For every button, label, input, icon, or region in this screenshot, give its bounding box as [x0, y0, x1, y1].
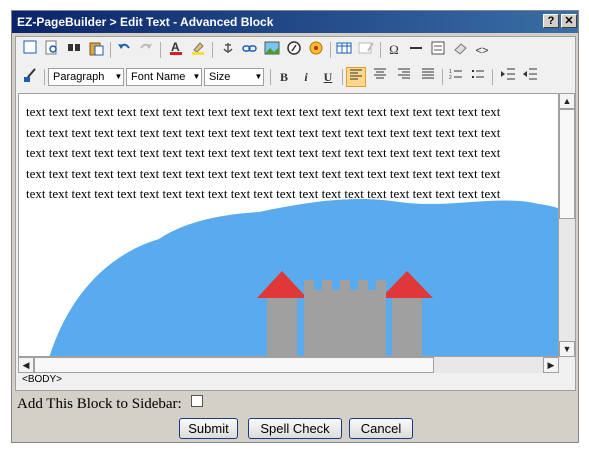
anchor-icon[interactable]: [218, 40, 238, 60]
element-path: <BODY>: [22, 374, 63, 385]
align-left-icon[interactable]: [346, 67, 366, 87]
special-char-icon[interactable]: Ω: [384, 40, 404, 60]
highlight-color-icon[interactable]: [188, 40, 208, 60]
media-icon[interactable]: [306, 40, 326, 60]
scroll-up-icon[interactable]: ▲: [559, 93, 575, 109]
code-icon[interactable]: <>: [472, 40, 492, 60]
link-icon[interactable]: [240, 40, 260, 60]
vertical-scroll-thumb[interactable]: [559, 109, 575, 219]
font-name-dropdown-arrow-icon: ▼: [192, 72, 201, 81]
paste-special-icon[interactable]: [86, 40, 106, 60]
text-line: text text text text text text text text …: [26, 165, 501, 181]
svg-text:2: 2: [449, 75, 452, 81]
horizontal-rule-icon[interactable]: [406, 40, 426, 60]
window-title: EZ-PageBuilder > Edit Text - Advanced Bl…: [17, 15, 274, 29]
horizontal-scrollbar[interactable]: ◀ ▶: [18, 357, 559, 373]
italic-button[interactable]: i: [296, 67, 316, 87]
editor-dialog: EZ-PageBuilder > Edit Text - Advanced Bl…: [11, 10, 579, 443]
text-line: text text text text text text text text …: [26, 124, 501, 140]
cancel-button[interactable]: Cancel: [349, 418, 413, 439]
form-icon[interactable]: [428, 40, 448, 60]
find-icon[interactable]: [64, 40, 84, 60]
scroll-down-icon[interactable]: ▼: [559, 341, 575, 357]
format-dropdown-arrow-icon: ▼: [114, 72, 123, 81]
close-button[interactable]: ✕: [561, 14, 577, 28]
table-edit-icon[interactable]: [356, 40, 376, 60]
sidebar-checkbox[interactable]: [191, 395, 203, 407]
scroll-left-icon[interactable]: ◀: [18, 357, 34, 373]
font-name-select-value: Font Name: [131, 71, 186, 83]
outdent-icon[interactable]: [520, 67, 540, 87]
table-icon[interactable]: [334, 40, 354, 60]
vertical-scrollbar[interactable]: ▲ ▼: [559, 93, 575, 357]
style-brush-icon[interactable]: [20, 67, 40, 87]
underline-button[interactable]: U: [318, 67, 338, 87]
font-name-select[interactable]: Font Name ▼: [126, 68, 202, 86]
format-select[interactable]: Paragraph ▼: [48, 68, 124, 86]
help-button[interactable]: ?: [543, 14, 559, 28]
scroll-right-icon[interactable]: ▶: [543, 357, 559, 373]
horizontal-scroll-thumb[interactable]: [34, 357, 434, 373]
toolbar-row-1: A Ω <>: [16, 37, 575, 63]
font-size-dropdown-arrow-icon: ▼: [254, 72, 263, 81]
submit-button[interactable]: Submit: [179, 418, 238, 439]
text-line: text text text text text text text text …: [26, 104, 501, 119]
flash-icon[interactable]: [284, 40, 304, 60]
toolbar-row-2: Paragraph ▼ Font Name ▼ Size ▼ B i U 12: [16, 64, 575, 90]
sidebar-label: Add This Block to Sidebar:: [17, 396, 182, 412]
rich-text-editor: A Ω <> Paragraph ▼ Font Name ▼ Size ▼ B …: [15, 36, 576, 391]
align-right-icon[interactable]: [394, 67, 414, 87]
font-size-select[interactable]: Size ▼: [204, 68, 264, 86]
font-color-icon[interactable]: A: [166, 40, 186, 60]
ordered-list-icon[interactable]: 12: [446, 67, 466, 87]
spell-check-button[interactable]: Spell Check: [248, 418, 342, 439]
unordered-list-icon[interactable]: [468, 67, 488, 87]
font-size-select-value: Size: [209, 71, 231, 83]
text-line: text text text text text text text text …: [26, 145, 501, 160]
indent-icon[interactable]: [498, 67, 518, 87]
editor-text: text text text text text text text text …: [26, 102, 556, 205]
redo-icon[interactable]: [136, 40, 156, 60]
title-bar: EZ-PageBuilder > Edit Text - Advanced Bl…: [12, 11, 578, 33]
svg-text:A: A: [171, 40, 180, 54]
toggle-source-icon[interactable]: [20, 40, 40, 60]
editor-content-area[interactable]: text text text text text text text text …: [18, 93, 559, 357]
align-center-icon[interactable]: [370, 67, 390, 87]
text-line: text text text text text text text text …: [26, 186, 501, 201]
align-justify-icon[interactable]: [418, 67, 438, 87]
preview-icon[interactable]: [42, 40, 62, 60]
image-icon[interactable]: [262, 40, 282, 60]
format-select-value: Paragraph: [53, 71, 105, 83]
eraser-icon[interactable]: [450, 40, 470, 60]
bold-button[interactable]: B: [274, 67, 294, 87]
undo-icon[interactable]: [114, 40, 134, 60]
